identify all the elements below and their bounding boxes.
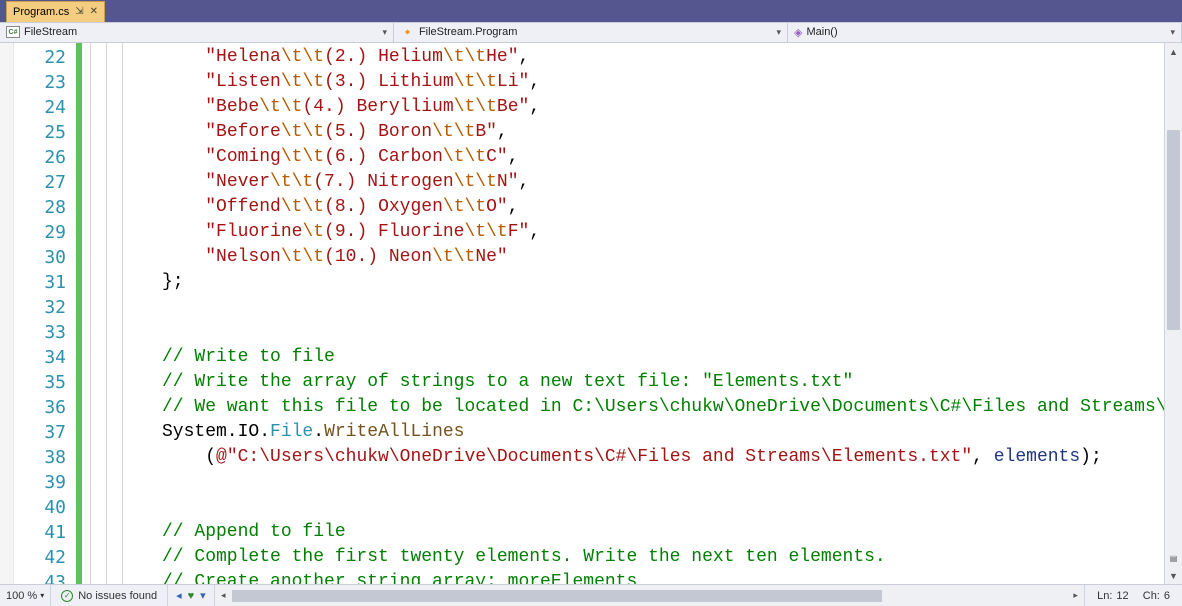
code-area[interactable]: "Helena\t\t(2.) Helium\t\tHe", "Listen\t…: [130, 43, 1164, 584]
scroll-up-arrow-icon[interactable]: ▲: [1165, 43, 1182, 60]
caret-position[interactable]: Ln: 12 Ch: 6: [1084, 585, 1182, 606]
nav-controls: ◂ ♥ ▾: [168, 585, 215, 606]
scope-label: FileStream: [24, 26, 77, 38]
nav-forward-icon[interactable]: ▾: [200, 589, 206, 602]
issues-text: No issues found: [78, 590, 157, 602]
horizontal-scroll-thumb[interactable]: [232, 590, 882, 602]
scroll-right-arrow-icon[interactable]: ▸: [1067, 590, 1084, 601]
class-label: FileStream.Program: [419, 26, 517, 38]
status-bar: 100 % ▾ ✓ No issues found ◂ ♥ ▾ ◂ ▸ Ln: …: [0, 584, 1182, 606]
tab-title: Program.cs: [13, 6, 69, 18]
check-circle-icon: ✓: [61, 590, 73, 602]
line-number-gutter: 22 23 24 25 26 27 28 29 30 31 32 33 34 3…: [14, 43, 76, 584]
error-list-summary[interactable]: ✓ No issues found: [51, 585, 168, 606]
scroll-left-arrow-icon[interactable]: ◂: [215, 590, 232, 601]
split-handle-icon[interactable]: ▤: [1165, 550, 1182, 567]
outlining-margin[interactable]: [82, 43, 130, 584]
csharp-project-icon: C#: [6, 26, 20, 38]
indicator-margin: [0, 43, 14, 584]
nav-health-icon[interactable]: ♥: [188, 590, 195, 602]
document-tab-bar: Program.cs ⇲ ✕: [0, 0, 1182, 22]
nav-back-icon[interactable]: ◂: [176, 589, 182, 602]
zoom-value: 100 %: [6, 590, 37, 602]
zoom-dropdown[interactable]: 100 % ▾: [0, 585, 51, 606]
class-dropdown[interactable]: 🔸 FileStream.Program: [394, 23, 788, 43]
class-icon: 🔸: [400, 25, 415, 39]
ch-value: 6: [1164, 590, 1170, 602]
vertical-scroll-thumb[interactable]: [1167, 130, 1180, 330]
horizontal-scrollbar[interactable]: ◂ ▸: [215, 585, 1084, 606]
code-editor[interactable]: 22 23 24 25 26 27 28 29 30 31 32 33 34 3…: [0, 43, 1182, 584]
chevron-down-icon: ▾: [40, 591, 44, 600]
member-dropdown[interactable]: ◈ Main(): [788, 23, 1182, 43]
scroll-down-arrow-icon[interactable]: ▼: [1165, 567, 1182, 584]
method-icon: ◈: [794, 26, 802, 39]
close-icon[interactable]: ✕: [90, 6, 98, 17]
navigation-bar: C# FileStream 🔸 FileStream.Program ◈ Mai…: [0, 22, 1182, 44]
vertical-scroll-track[interactable]: [1165, 60, 1182, 550]
line-value: 12: [1116, 590, 1128, 602]
vertical-scrollbar[interactable]: ▲ ▤ ▼: [1164, 43, 1182, 584]
member-label: Main(): [806, 26, 837, 38]
ch-label: Ch:: [1143, 590, 1160, 602]
pin-icon[interactable]: ⇲: [75, 6, 83, 17]
horizontal-scroll-track[interactable]: [232, 589, 1067, 603]
scope-dropdown[interactable]: C# FileStream: [0, 23, 394, 43]
line-label: Ln:: [1097, 590, 1112, 602]
document-tab[interactable]: Program.cs ⇲ ✕: [6, 1, 105, 22]
